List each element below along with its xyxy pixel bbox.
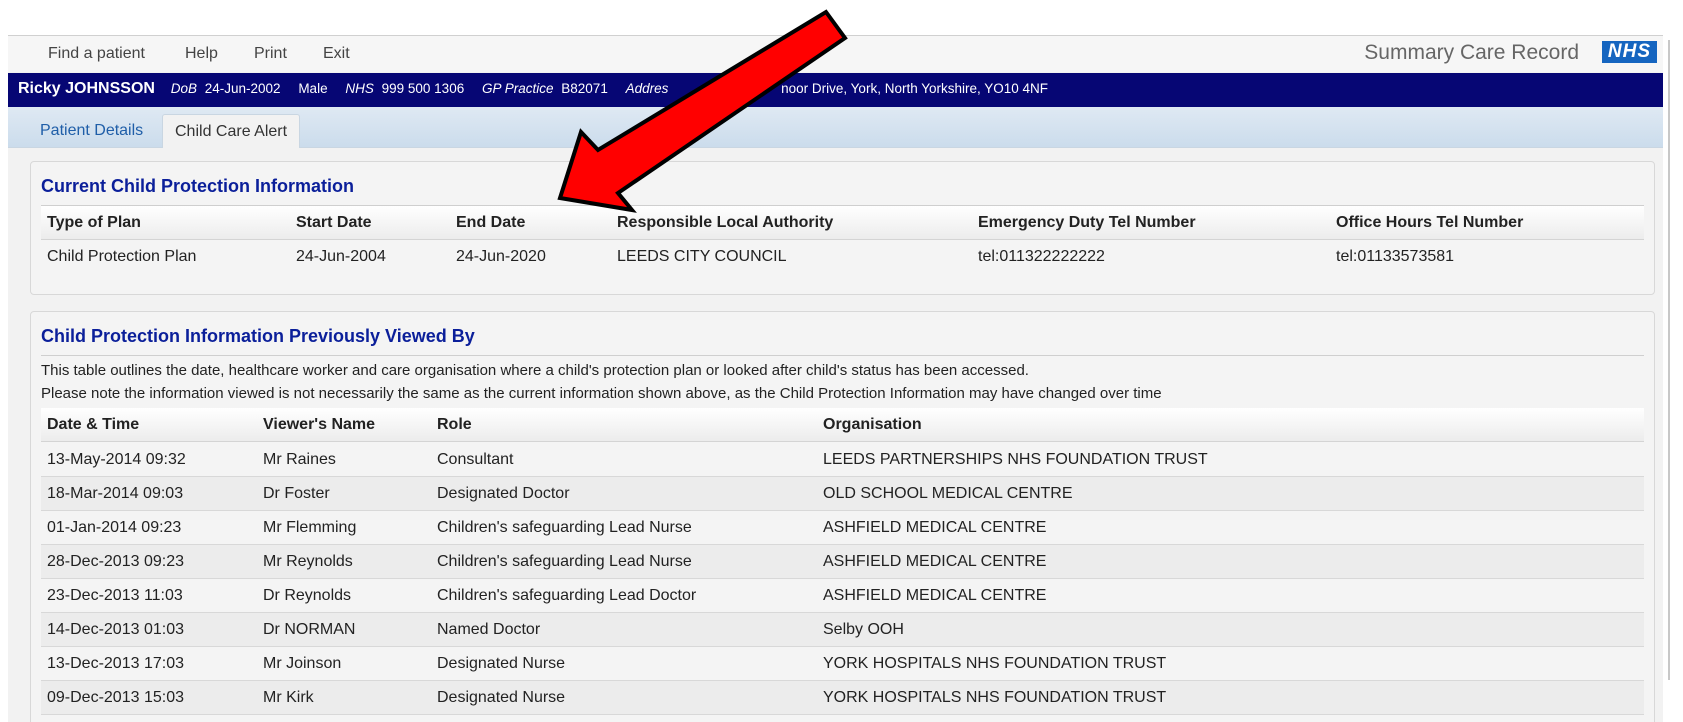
viewed-by-panel: Child Protection Information Previously … — [30, 311, 1655, 722]
th-responsible-authority: Responsible Local Authority — [617, 214, 834, 231]
patient-name: Ricky JOHNSSON — [18, 80, 155, 97]
current-table-header: Type of Plan Start Date End Date Respons… — [41, 206, 1644, 240]
cell-type-of-plan: Child Protection Plan — [47, 248, 197, 265]
th-end-date: End Date — [456, 214, 526, 231]
cell-date-time: 14-Dec-2013 01:03 — [47, 621, 184, 638]
th-start-date: Start Date — [296, 214, 372, 231]
cell-viewer-name: Mr Reynolds — [263, 553, 353, 570]
th-type-of-plan: Type of Plan — [47, 214, 141, 231]
cell-viewer-name: Mr Joinson — [263, 655, 342, 672]
cell-viewer-name: Mr Kirk — [263, 689, 314, 706]
menu-help[interactable]: Help — [185, 45, 218, 63]
cell-viewer-name: Dr Reynolds — [263, 587, 352, 604]
viewed-by-note: Please note the information viewed is no… — [41, 385, 1162, 402]
gp-practice-value: B82071 — [561, 81, 608, 96]
cell-organisation: ASHFIELD MEDICAL CENTRE — [823, 587, 1047, 604]
cell-date-time: 23-Dec-2013 11:03 — [47, 587, 183, 604]
screenshot: Find a patient Help Print Exit Summary C… — [0, 0, 1683, 722]
app-brand-title: Summary Care Record — [1364, 41, 1579, 64]
cell-role: Consultant — [437, 451, 514, 468]
top-menu-bar: Find a patient Help Print Exit Summary C… — [8, 36, 1663, 72]
menu-print[interactable]: Print — [254, 45, 287, 63]
cell-role: Children's safeguarding Lead Nurse — [437, 519, 692, 536]
cell-date-time: 18-Mar-2014 09:03 — [47, 485, 184, 502]
dob-label: DoB — [170, 81, 197, 96]
cell-role: Named Doctor — [437, 621, 541, 638]
viewed-by-title: Child Protection Information Previously … — [41, 326, 475, 346]
cell-role: Designated Doctor — [437, 485, 570, 502]
cell-organisation: OLD SCHOOL MEDICAL CENTRE — [823, 485, 1073, 502]
cell-date-time: 09-Dec-2013 15:03 — [47, 689, 184, 706]
cell-role: Children's safeguarding Lead Doctor — [437, 587, 697, 604]
table-row: 18-Mar-2014 09:03 Dr Foster Designated Doc… — [41, 477, 1644, 511]
th-viewer-name: Viewer's Name — [263, 416, 376, 433]
nhs-logo: NHS — [1601, 41, 1657, 63]
tab-patient-details[interactable]: Patient Details — [28, 114, 155, 148]
cell-role: Designated Nurse — [437, 655, 566, 672]
th-office-tel: Office Hours Tel Number — [1336, 214, 1524, 231]
cell-organisation: ASHFIELD MEDICAL CENTRE — [823, 553, 1047, 570]
cell-viewer-name: Mr Flemming — [263, 519, 357, 536]
cell-start-date: 24-Jun-2004 — [296, 248, 386, 265]
nhs-label: NHS — [345, 81, 374, 96]
divider — [41, 355, 1644, 356]
cell-date-time: 01-Jan-2014 09:23 — [47, 519, 182, 536]
table-row: 13-May-2014 09:32 Mr Raines Consultant LEED… — [41, 443, 1644, 477]
cell-date-time: 28-Dec-2013 09:23 — [47, 553, 184, 570]
th-emergency-tel: Emergency Duty Tel Number — [978, 214, 1196, 231]
nhs-number: 999 500 1306 — [381, 81, 465, 96]
app-window: Find a patient Help Print Exit Summary C… — [8, 35, 1663, 722]
dob-value: 24-Jun-2002 — [204, 81, 281, 96]
cell-office-tel[interactable]: tel:01133573581 — [1336, 248, 1454, 266]
table-row: 23-Dec-2013 11:03 Dr Reynolds Children's s… — [41, 579, 1644, 613]
cell-role: Children's safeguarding Lead Nurse — [437, 553, 692, 570]
table-row: 01-Jan-2014 09:23 Mr Flemming Children's s… — [41, 511, 1644, 545]
cell-organisation: YORK HOSPITALS NHS FOUNDATION TRUST — [823, 689, 1167, 706]
tab-child-care-alert[interactable]: Child Care Alert — [162, 114, 301, 148]
cell-organisation: ASHFIELD MEDICAL CENTRE — [823, 519, 1047, 536]
table-row: 09-Dec-2013 15:03 Mr Kirk Designated Nurse… — [41, 681, 1644, 715]
window-edge — [1668, 40, 1670, 680]
viewed-by-description: This table outlines the date, healthcare… — [41, 362, 1029, 379]
menu-exit[interactable]: Exit — [323, 45, 350, 63]
th-role: Role — [437, 416, 472, 433]
th-organisation: Organisation — [823, 416, 922, 433]
patient-banner: Ricky JOHNSSON DoB 24-Jun-2002 Male NHS … — [8, 73, 1663, 107]
cell-role: Designated Nurse — [437, 689, 566, 706]
table-row: 28-Dec-2013 09:23 Mr Reynolds Children's s… — [41, 545, 1644, 579]
address-value: noor Drive, York, North Yorkshire, YO10 … — [781, 81, 1049, 96]
current-protection-title: Current Child Protection Information — [41, 176, 354, 196]
gender-value: Male — [298, 81, 328, 96]
table-row: 13-Dec-2013 17:03 Mr Joinson Designated Nu… — [41, 647, 1644, 681]
cell-organisation: YORK HOSPITALS NHS FOUNDATION TRUST — [823, 655, 1167, 672]
tab-bar: Patient Details Child Care Alert — [8, 107, 1663, 148]
cell-end-date: 24-Jun-2020 — [456, 248, 546, 265]
gp-practice-label: GP Practice — [481, 81, 554, 96]
viewed-table-header: Date & Time Viewer's Name Role Organisat… — [41, 408, 1644, 442]
cell-responsible-authority: LEEDS CITY COUNCIL — [617, 248, 787, 265]
cell-viewer-name: Dr Foster — [263, 485, 330, 502]
current-protection-panel: Current Child Protection Information Typ… — [30, 161, 1655, 295]
cell-viewer-name: Dr NORMAN — [263, 621, 356, 638]
cell-organisation: Selby OOH — [823, 621, 904, 638]
cell-date-time: 13-May-2014 09:32 — [47, 451, 186, 468]
cell-date-time: 13-Dec-2013 17:03 — [47, 655, 184, 672]
cell-viewer-name: Mr Raines — [263, 451, 336, 468]
cell-emergency-tel[interactable]: tel:011322222222 — [978, 248, 1105, 266]
table-row: Child Protection Plan 24-Jun-2004 24-Jun… — [41, 240, 1644, 274]
table-row: 14-Dec-2013 01:03 Dr NORMAN Named Doctor Se… — [41, 613, 1644, 647]
address-label: Addres — [625, 81, 669, 96]
cell-organisation: LEEDS PARTNERSHIPS NHS FOUNDATION TRUST — [823, 451, 1208, 468]
menu-find-a-patient[interactable]: Find a patient — [48, 45, 145, 63]
th-date-time: Date & Time — [47, 416, 140, 433]
